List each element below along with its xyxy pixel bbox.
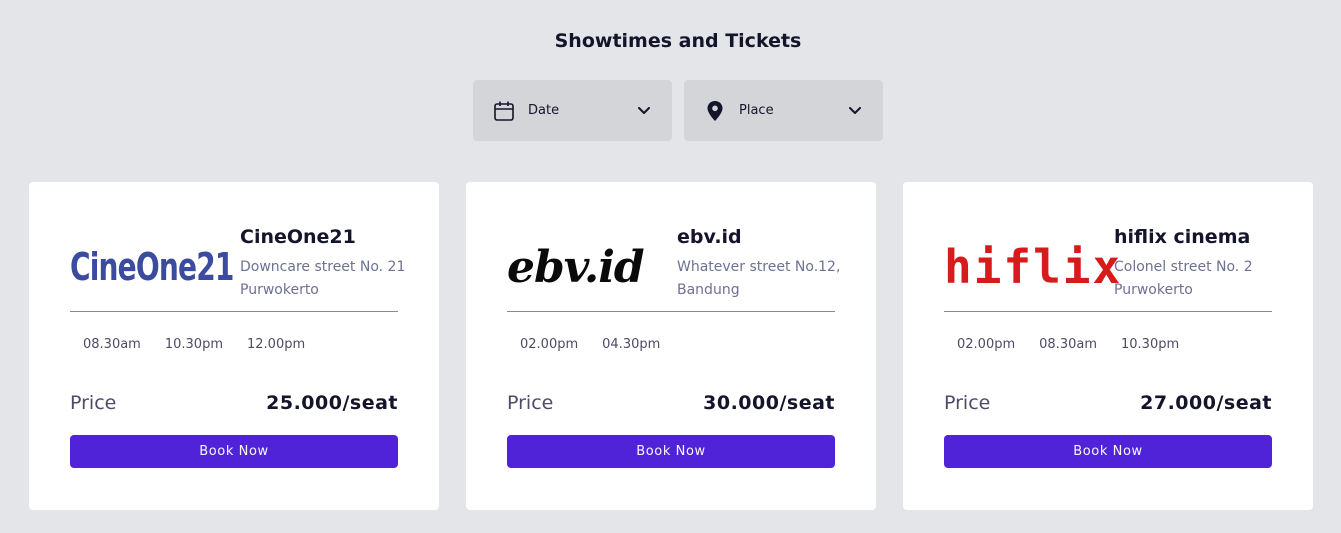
book-now-button[interactable]: Book Now — [70, 435, 398, 468]
cinema-logo: CineOne21 — [70, 232, 234, 302]
cinema-info: hiflix cinema Colonel street No. 2 Purwo… — [1114, 225, 1289, 302]
cinema-name: hiflix cinema — [1114, 226, 1251, 248]
cinema-address: Whatever street No.12, Bandung — [677, 259, 841, 298]
page-title: Showtimes and Tickets — [554, 30, 802, 52]
showtime-option[interactable]: 04.30pm — [602, 337, 660, 352]
hiflix-logo: hiflix — [944, 240, 1123, 294]
cinema-card-list: CineOne21 CineOne21 Downcare street No. … — [29, 182, 1313, 510]
cinema-card: ebv.id ebv.id Whatever street No.12, Ban… — [466, 182, 876, 510]
place-filter-dropdown[interactable]: Place — [684, 80, 883, 141]
date-filter-label: Date — [528, 103, 560, 118]
ebv-id-logo: ebv.id — [507, 241, 645, 293]
showtime-option[interactable]: 08.30am — [83, 337, 141, 352]
showtime-option[interactable]: 02.00pm — [957, 337, 1015, 352]
chevron-down-icon — [847, 103, 863, 119]
price-row: Price 30.000/seat — [507, 392, 835, 414]
showtime-list: 02.00pm 04.30pm — [520, 337, 660, 352]
map-pin-icon — [704, 100, 726, 122]
book-now-button[interactable]: Book Now — [944, 435, 1272, 468]
price-value: 30.000/seat — [703, 392, 835, 414]
cinema-name: CineOne21 — [240, 226, 356, 248]
cineone21-logo: CineOne21 — [70, 245, 234, 289]
showtimes-page: Showtimes and Tickets Date Place CineOne… — [0, 0, 1341, 533]
price-row: Price 27.000/seat — [944, 392, 1272, 414]
showtime-option[interactable]: 08.30am — [1039, 337, 1097, 352]
divider — [944, 311, 1272, 312]
showtime-option[interactable]: 12.00pm — [247, 337, 305, 352]
book-now-button[interactable]: Book Now — [507, 435, 835, 468]
cinema-logo: hiflix — [944, 232, 1120, 302]
place-filter-label: Place — [739, 103, 774, 118]
cinema-info: CineOne21 Downcare street No. 21 Purwoke… — [240, 225, 415, 302]
price-value: 25.000/seat — [266, 392, 398, 414]
chevron-down-icon — [636, 103, 652, 119]
showtime-option[interactable]: 10.30pm — [1121, 337, 1179, 352]
filter-bar: Date Place — [473, 80, 883, 141]
cinema-address: Colonel street No. 2 Purwokerto — [1114, 259, 1253, 298]
cinema-address: Downcare street No. 21 Purwokerto — [240, 259, 406, 298]
divider — [70, 311, 398, 312]
showtime-option[interactable]: 02.00pm — [520, 337, 578, 352]
price-label: Price — [944, 392, 991, 414]
price-label: Price — [70, 392, 117, 414]
divider — [507, 311, 835, 312]
cinema-card: hiflix hiflix cinema Colonel street No. … — [903, 182, 1313, 510]
showtime-list: 02.00pm 08.30am 10.30pm — [957, 337, 1179, 352]
cinema-card: CineOne21 CineOne21 Downcare street No. … — [29, 182, 439, 510]
price-row: Price 25.000/seat — [70, 392, 398, 414]
cinema-name: ebv.id — [677, 226, 742, 248]
showtime-list: 08.30am 10.30pm 12.00pm — [83, 337, 305, 352]
cinema-logo: ebv.id — [507, 232, 662, 302]
showtime-option[interactable]: 10.30pm — [165, 337, 223, 352]
price-value: 27.000/seat — [1140, 392, 1272, 414]
date-filter-dropdown[interactable]: Date — [473, 80, 672, 141]
price-label: Price — [507, 392, 554, 414]
cinema-info: ebv.id Whatever street No.12, Bandung — [677, 225, 852, 302]
calendar-icon — [493, 100, 515, 122]
